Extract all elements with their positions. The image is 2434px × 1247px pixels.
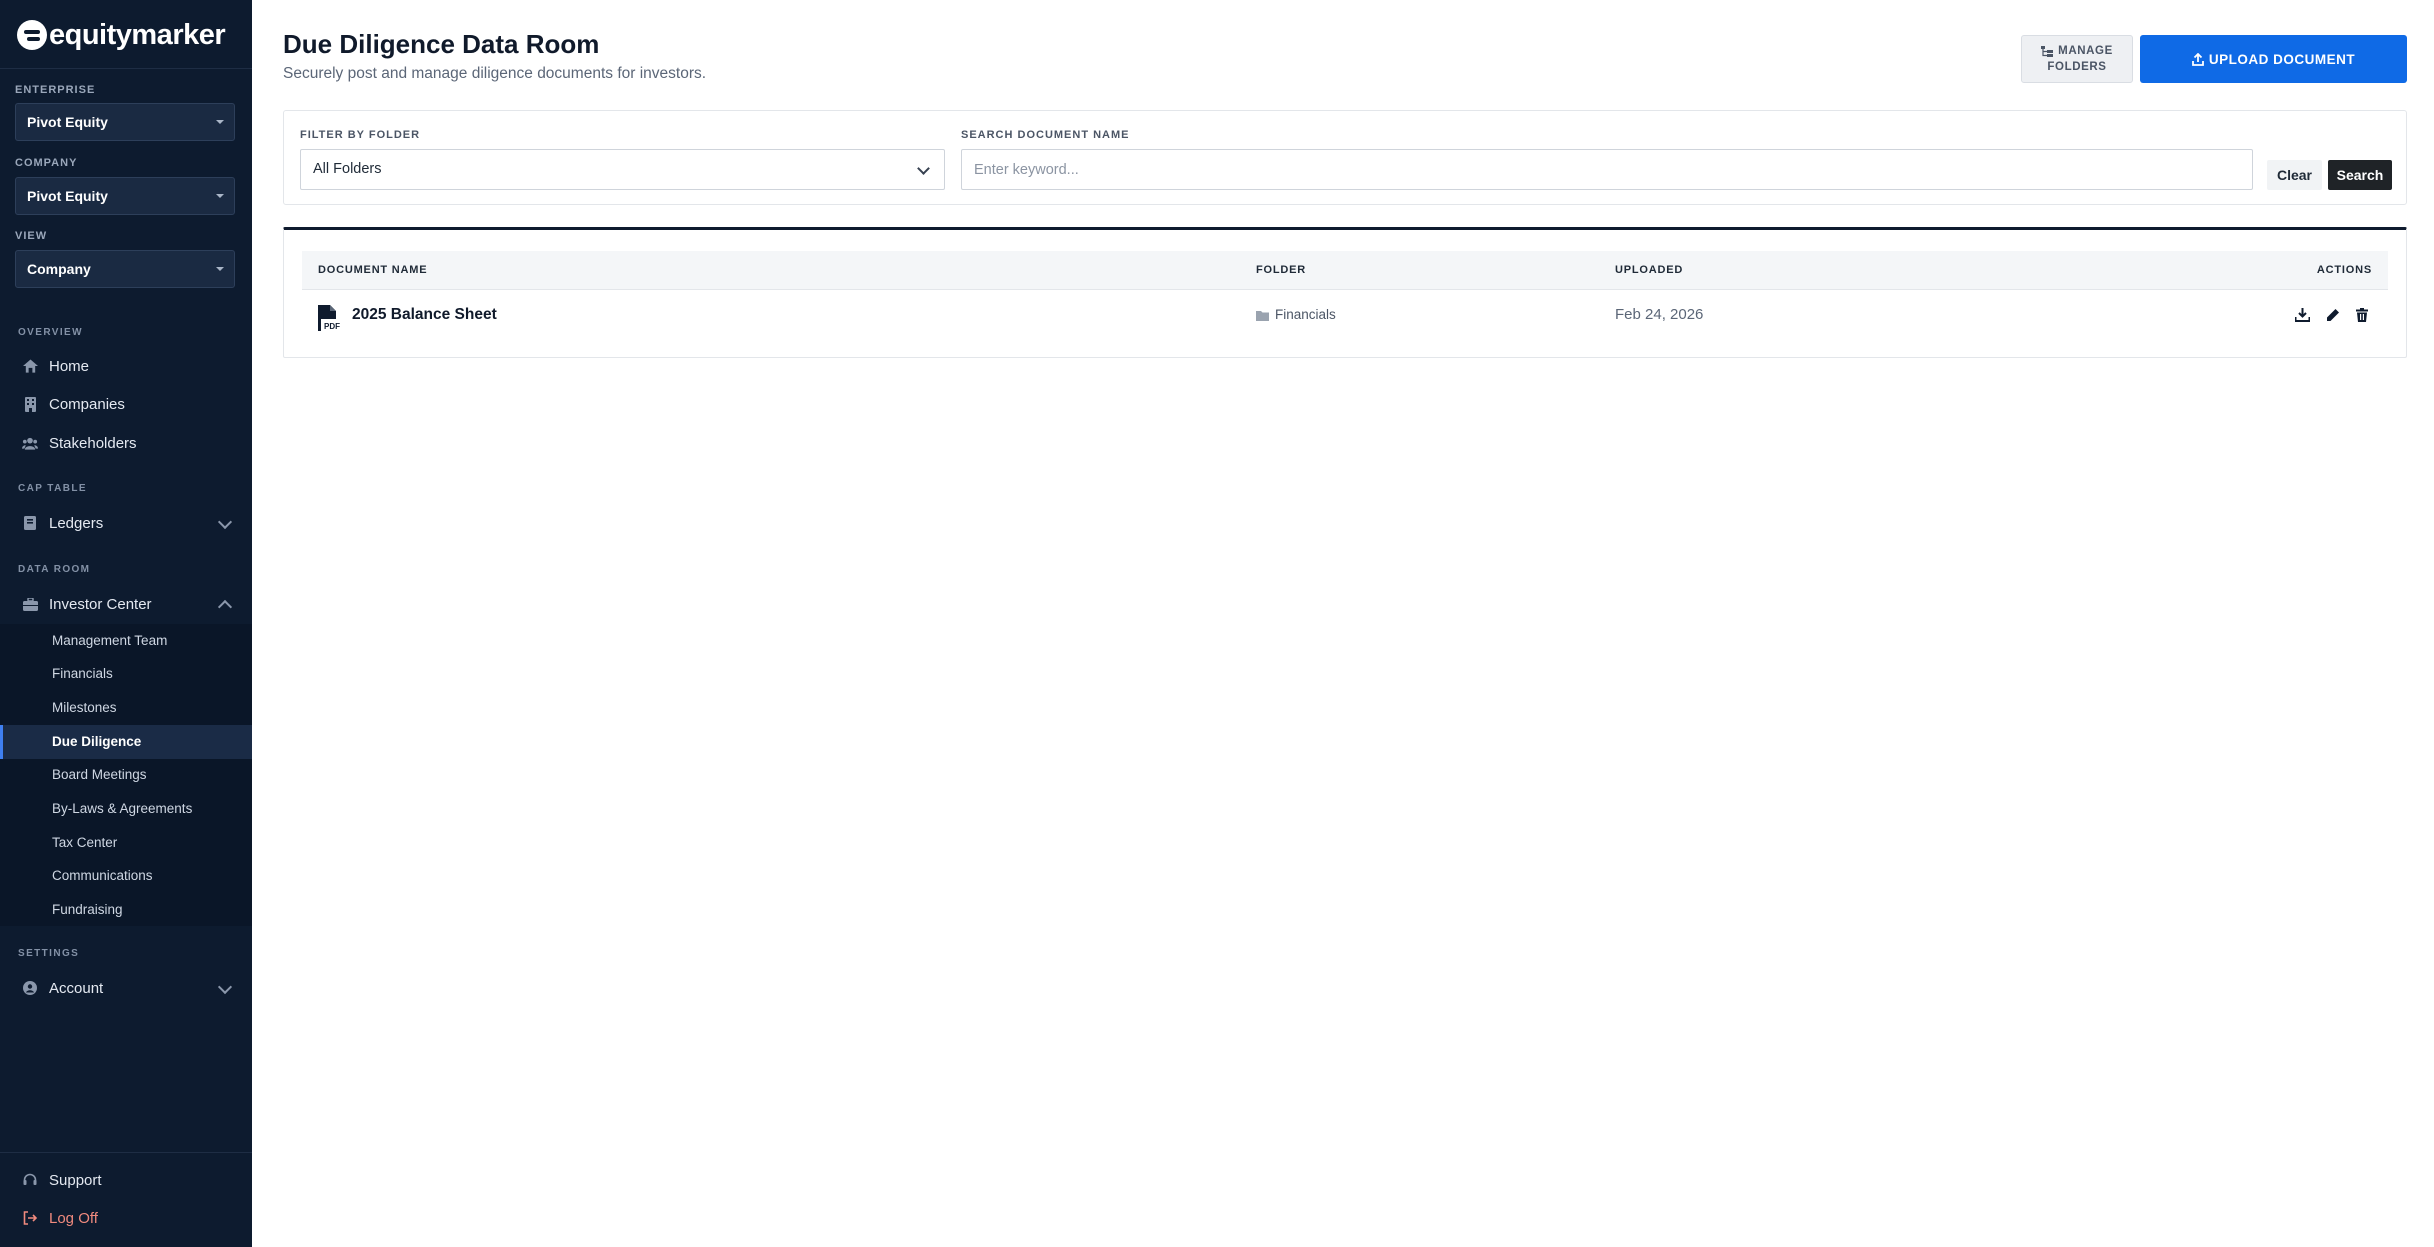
- sidebar-item-investor-center[interactable]: Investor Center: [0, 586, 252, 622]
- divider: [0, 68, 252, 69]
- book-icon: [22, 515, 38, 531]
- enterprise-label: ENTERPRISE: [15, 84, 96, 96]
- brand-name: equitymarker: [49, 18, 226, 51]
- page-title: Due Diligence Data Room: [283, 29, 600, 59]
- document-name: 2025 Balance Sheet: [352, 306, 497, 323]
- enterprise-select[interactable]: Pivot Equity: [15, 103, 235, 141]
- folder-tree-icon: [2041, 45, 2054, 57]
- folder-cell: Financials: [1256, 290, 1336, 340]
- pdf-file-icon: PDF: [318, 302, 340, 331]
- chevron-down-icon: [217, 979, 233, 995]
- users-icon: [22, 435, 38, 451]
- subnav-milestones[interactable]: Milestones: [0, 691, 252, 725]
- manage-folders-button[interactable]: MANAGE FOLDERS: [2021, 35, 2133, 83]
- sidebar-item-home[interactable]: Home: [0, 348, 252, 384]
- building-icon: [22, 396, 38, 412]
- view-select[interactable]: Company: [15, 250, 235, 288]
- chevron-up-icon: [217, 599, 233, 615]
- sidebar-item-label: Stakeholders: [49, 434, 137, 452]
- sidebar-item-account[interactable]: Account: [0, 970, 252, 1006]
- upload-document-label: UPLOAD DOCUMENT: [2208, 51, 2356, 67]
- caret-down-icon: [216, 267, 224, 271]
- column-header-folder[interactable]: FOLDER: [1256, 251, 1306, 289]
- clear-button[interactable]: Clear: [2267, 160, 2322, 190]
- sidebar-item-support[interactable]: Support: [0, 1162, 252, 1198]
- download-icon[interactable]: [2295, 308, 2310, 322]
- page-subtitle: Securely post and manage diligence docum…: [283, 65, 707, 82]
- documents-table: DOCUMENT NAME FOLDER UPLOADED ACTIONS PD…: [283, 227, 2407, 358]
- company-select[interactable]: Pivot Equity: [15, 177, 235, 215]
- subnav-board-meetings[interactable]: Board Meetings: [0, 758, 252, 792]
- user-circle-icon: [22, 980, 38, 996]
- sidebar-item-stakeholders[interactable]: Stakeholders: [0, 425, 252, 461]
- folder-icon: [1256, 310, 1269, 321]
- table-header: DOCUMENT NAME FOLDER UPLOADED ACTIONS: [302, 251, 2388, 290]
- manage-folders-line2: FOLDERS: [2047, 61, 2107, 73]
- upload-icon: [2191, 52, 2204, 66]
- sidebar-item-ledgers[interactable]: Ledgers: [0, 505, 252, 541]
- subnav-bylaws-agreements[interactable]: By-Laws & Agreements: [0, 792, 252, 826]
- upload-document-button[interactable]: UPLOAD DOCUMENT: [2140, 35, 2407, 83]
- section-overview: OVERVIEW: [18, 327, 83, 338]
- uploaded-date: Feb 24, 2026: [1615, 306, 1704, 323]
- table-row[interactable]: PDF 2025 Balance Sheet Financials Feb 24…: [302, 290, 2388, 340]
- subnav-tax-center[interactable]: Tax Center: [0, 826, 252, 860]
- search-input[interactable]: [961, 149, 2253, 190]
- folder-name: Financials: [1275, 307, 1336, 322]
- sidebar-item-label: Ledgers: [49, 514, 104, 532]
- row-actions: [2295, 290, 2368, 340]
- headset-icon: [22, 1172, 38, 1188]
- sidebar-item-label: Log Off: [49, 1209, 98, 1227]
- folder-filter-select[interactable]: All Folders: [300, 149, 945, 190]
- subnav-due-diligence[interactable]: Due Diligence: [0, 725, 252, 759]
- view-select-value: Company: [27, 261, 91, 277]
- column-header-uploaded[interactable]: UPLOADED: [1615, 251, 1683, 289]
- subnav-communications[interactable]: Communications: [0, 859, 252, 893]
- sidebar-item-label: Support: [49, 1171, 102, 1189]
- section-cap-table: CAP TABLE: [18, 483, 87, 494]
- folder-filter-value: All Folders: [313, 161, 382, 177]
- sidebar-item-label: Investor Center: [49, 595, 152, 613]
- trash-icon[interactable]: [2356, 308, 2368, 322]
- enterprise-select-value: Pivot Equity: [27, 114, 108, 130]
- logout-icon: [22, 1210, 38, 1226]
- company-label: COMPANY: [15, 157, 78, 169]
- home-icon: [22, 358, 38, 374]
- caret-down-icon: [216, 194, 224, 198]
- subnav-financials[interactable]: Financials: [0, 657, 252, 691]
- pdf-badge: PDF: [324, 322, 340, 331]
- sidebar-item-companies[interactable]: Companies: [0, 386, 252, 422]
- section-data-room: DATA ROOM: [18, 564, 91, 575]
- document-name-cell[interactable]: PDF 2025 Balance Sheet: [318, 290, 497, 340]
- filter-folder-label: FILTER BY FOLDER: [300, 129, 421, 141]
- sidebar-item-label: Companies: [49, 395, 125, 413]
- section-settings: SETTINGS: [18, 948, 80, 959]
- manage-folders-line1: MANAGE: [2058, 45, 2113, 57]
- brand-logo[interactable]: equitymarker: [17, 17, 226, 53]
- chevron-down-icon: [917, 162, 930, 175]
- search-document-label: SEARCH DOCUMENT NAME: [961, 129, 1130, 141]
- view-label: VIEW: [15, 230, 48, 242]
- logo-mark-icon: [17, 20, 47, 50]
- sidebar-item-logoff[interactable]: Log Off: [0, 1200, 252, 1236]
- column-header-name[interactable]: DOCUMENT NAME: [318, 251, 427, 289]
- search-button[interactable]: Search: [2328, 160, 2392, 190]
- briefcase-icon: [22, 596, 38, 612]
- subnav-management-team[interactable]: Management Team: [0, 624, 252, 658]
- sidebar-item-label: Account: [49, 979, 104, 997]
- divider: [0, 1152, 252, 1153]
- caret-down-icon: [216, 120, 224, 124]
- main-content: Due Diligence Data Room Securely post an…: [252, 0, 2434, 1247]
- investor-center-submenu: Management Team Financials Milestones Du…: [0, 624, 252, 926]
- column-header-actions: ACTIONS: [2316, 264, 2372, 276]
- subnav-fundraising[interactable]: Fundraising: [0, 893, 252, 927]
- chevron-down-icon: [217, 514, 233, 530]
- filter-panel: FILTER BY FOLDER All Folders SEARCH DOCU…: [283, 110, 2407, 205]
- sidebar: equitymarker ENTERPRISE Pivot Equity COM…: [0, 0, 252, 1247]
- edit-icon[interactable]: [2326, 308, 2340, 322]
- company-select-value: Pivot Equity: [27, 188, 108, 204]
- sidebar-item-label: Home: [49, 357, 90, 375]
